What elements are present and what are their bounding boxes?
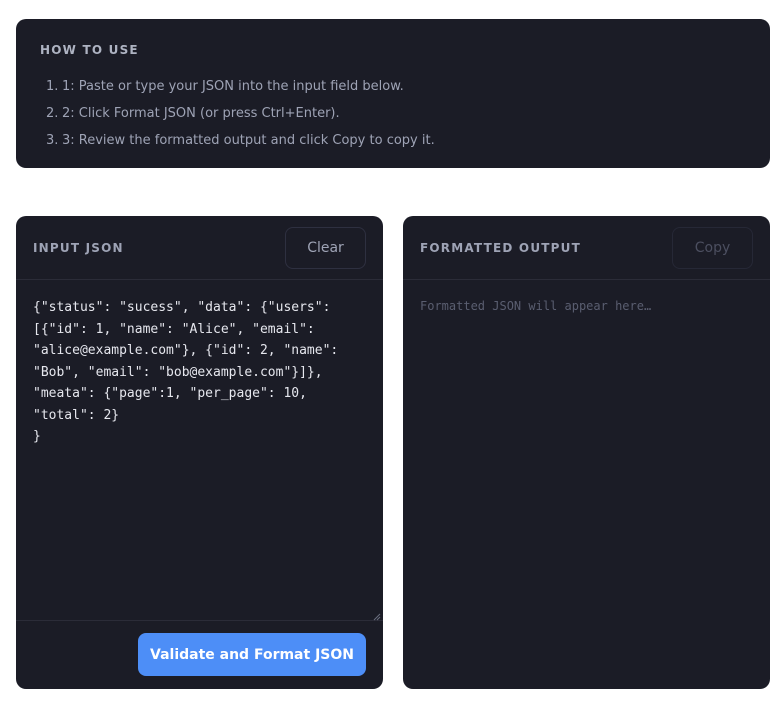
formatted-output-panel: FORMATTED OUTPUT Copy Formatted JSON wil… xyxy=(403,216,770,689)
output-panel-header: FORMATTED OUTPUT Copy xyxy=(403,216,770,280)
json-input-textarea[interactable]: {"status": "sucess", "data": {"users": [… xyxy=(16,280,383,621)
copy-button[interactable]: Copy xyxy=(672,227,753,269)
formatted-output-area: Formatted JSON will appear here… xyxy=(420,299,652,313)
input-panel-title: INPUT JSON xyxy=(33,241,124,255)
resize-handle-icon[interactable] xyxy=(373,613,381,621)
step-item: 2. 2: Click Format JSON (or press Ctrl+En… xyxy=(46,106,340,121)
step-item: 1. 1: Paste or type your JSON into the in… xyxy=(46,79,404,94)
clear-button[interactable]: Clear xyxy=(285,227,366,269)
step-item: 3. 3: Review the formatted output and cli… xyxy=(46,133,435,148)
output-panel-title: FORMATTED OUTPUT xyxy=(420,241,581,255)
how-to-use-title: HOW TO USE xyxy=(40,43,139,57)
validate-format-button[interactable]: Validate and Format JSON xyxy=(138,633,366,676)
how-to-use-card: HOW TO USE 1. 1: Paste or type your JSON … xyxy=(16,19,770,168)
steps-list: 1. 1: Paste or type your JSON into the in… xyxy=(40,73,746,154)
input-panel-header: INPUT JSON Clear xyxy=(16,216,383,280)
input-json-panel: INPUT JSON Clear {"status": "sucess", "d… xyxy=(16,216,383,689)
